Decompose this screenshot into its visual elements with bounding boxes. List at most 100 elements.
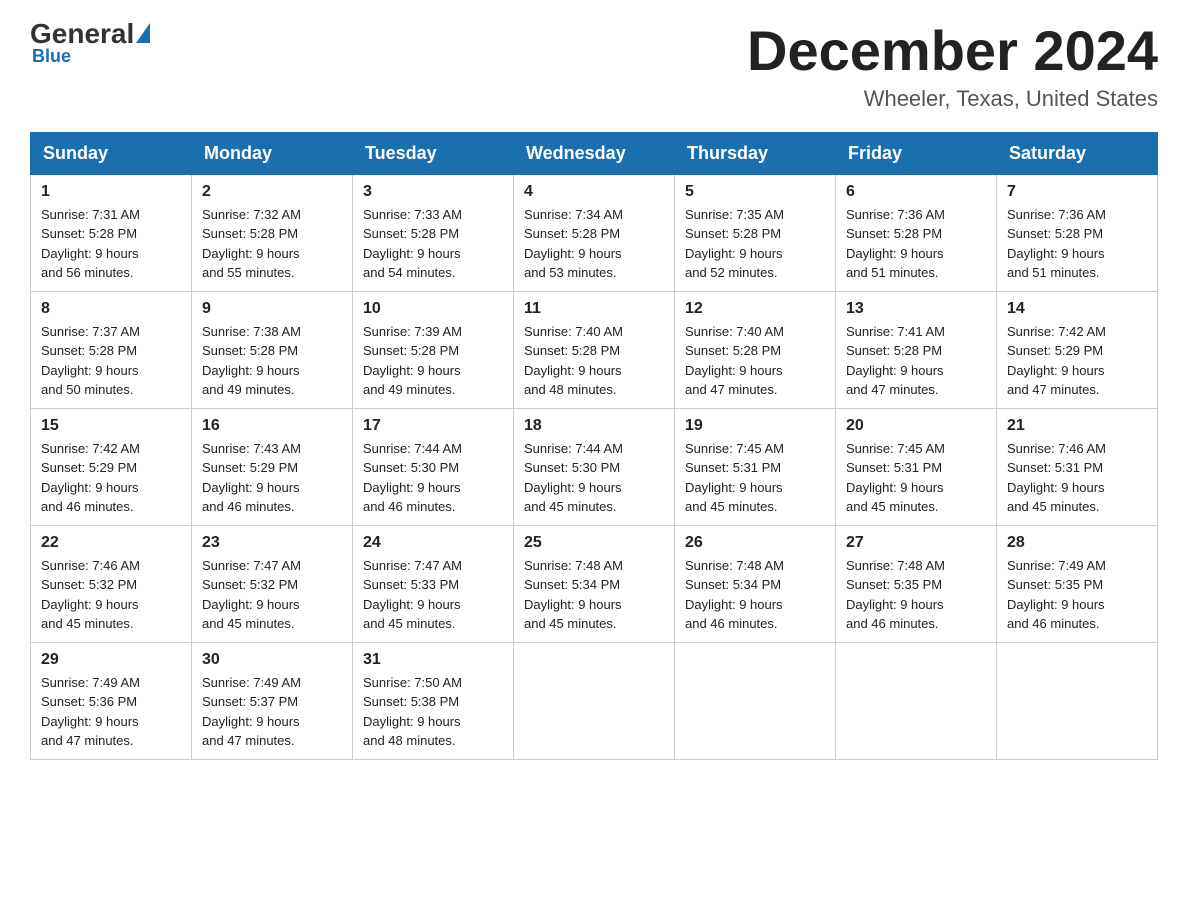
day-info: Sunrise: 7:49 AMSunset: 5:37 PMDaylight:… bbox=[202, 673, 342, 751]
day-number: 4 bbox=[524, 183, 664, 201]
day-info: Sunrise: 7:45 AMSunset: 5:31 PMDaylight:… bbox=[846, 439, 986, 517]
day-info: Sunrise: 7:39 AMSunset: 5:28 PMDaylight:… bbox=[363, 322, 503, 400]
calendar-table: Sunday Monday Tuesday Wednesday Thursday… bbox=[30, 132, 1158, 760]
day-number: 30 bbox=[202, 651, 342, 669]
day-info: Sunrise: 7:31 AMSunset: 5:28 PMDaylight:… bbox=[41, 205, 181, 283]
table-row: 22Sunrise: 7:46 AMSunset: 5:32 PMDayligh… bbox=[31, 525, 192, 642]
day-number: 17 bbox=[363, 417, 503, 435]
logo-blue-text: Blue bbox=[32, 46, 71, 67]
day-number: 5 bbox=[685, 183, 825, 201]
table-row: 13 Sunrise: 7:41 AMSunset: 5:28 PMDayligh… bbox=[836, 291, 997, 408]
table-row: 7Sunrise: 7:36 AMSunset: 5:28 PMDaylight… bbox=[997, 174, 1158, 291]
day-number: 20 bbox=[846, 417, 986, 435]
day-info: Sunrise: 7:32 AMSunset: 5:28 PMDaylight:… bbox=[202, 205, 342, 283]
day-number: 28 bbox=[1007, 534, 1147, 552]
table-row: 24 Sunrise: 7:47 AMSunset: 5:33 PMDayligh… bbox=[353, 525, 514, 642]
day-number: 29 bbox=[41, 651, 181, 669]
table-row: 5 Sunrise: 7:35 AMSunset: 5:28 PMDaylight… bbox=[675, 174, 836, 291]
calendar-week-row: 1Sunrise: 7:31 AMSunset: 5:28 PMDaylight… bbox=[31, 174, 1158, 291]
col-saturday: Saturday bbox=[997, 132, 1158, 174]
calendar-week-row: 22Sunrise: 7:46 AMSunset: 5:32 PMDayligh… bbox=[31, 525, 1158, 642]
day-number: 6 bbox=[846, 183, 986, 201]
col-friday: Friday bbox=[836, 132, 997, 174]
day-info: Sunrise: 7:33 AMSunset: 5:28 PMDaylight:… bbox=[363, 205, 503, 283]
table-row: 17 Sunrise: 7:44 AMSunset: 5:30 PMDayligh… bbox=[353, 408, 514, 525]
table-row: 20 Sunrise: 7:45 AMSunset: 5:31 PMDayligh… bbox=[836, 408, 997, 525]
day-number: 13 bbox=[846, 300, 986, 318]
day-info: Sunrise: 7:41 AMSunset: 5:28 PMDaylight:… bbox=[846, 322, 986, 400]
table-row: 4 Sunrise: 7:34 AMSunset: 5:28 PMDaylight… bbox=[514, 174, 675, 291]
day-info: Sunrise: 7:40 AMSunset: 5:28 PMDaylight:… bbox=[685, 322, 825, 400]
day-number: 21 bbox=[1007, 417, 1147, 435]
col-monday: Monday bbox=[192, 132, 353, 174]
logo: General Blue bbox=[30, 20, 152, 67]
table-row: 27 Sunrise: 7:48 AMSunset: 5:35 PMDayligh… bbox=[836, 525, 997, 642]
table-row: 31 Sunrise: 7:50 AMSunset: 5:38 PMDayligh… bbox=[353, 642, 514, 759]
col-sunday: Sunday bbox=[31, 132, 192, 174]
day-info: Sunrise: 7:45 AMSunset: 5:31 PMDaylight:… bbox=[685, 439, 825, 517]
day-info: Sunrise: 7:47 AMSunset: 5:33 PMDaylight:… bbox=[363, 556, 503, 634]
calendar-week-row: 29Sunrise: 7:49 AMSunset: 5:36 PMDayligh… bbox=[31, 642, 1158, 759]
day-number: 9 bbox=[202, 300, 342, 318]
table-row: 16 Sunrise: 7:43 AMSunset: 5:29 PMDayligh… bbox=[192, 408, 353, 525]
table-row: 11Sunrise: 7:40 AMSunset: 5:28 PMDayligh… bbox=[514, 291, 675, 408]
table-row: 3 Sunrise: 7:33 AMSunset: 5:28 PMDaylight… bbox=[353, 174, 514, 291]
day-number: 24 bbox=[363, 534, 503, 552]
day-info: Sunrise: 7:43 AMSunset: 5:29 PMDaylight:… bbox=[202, 439, 342, 517]
day-number: 18 bbox=[524, 417, 664, 435]
day-info: Sunrise: 7:37 AMSunset: 5:28 PMDaylight:… bbox=[41, 322, 181, 400]
day-info: Sunrise: 7:44 AMSunset: 5:30 PMDaylight:… bbox=[363, 439, 503, 517]
table-row: 26 Sunrise: 7:48 AMSunset: 5:34 PMDayligh… bbox=[675, 525, 836, 642]
day-info: Sunrise: 7:35 AMSunset: 5:28 PMDaylight:… bbox=[685, 205, 825, 283]
day-number: 25 bbox=[524, 534, 664, 552]
day-info: Sunrise: 7:48 AMSunset: 5:35 PMDaylight:… bbox=[846, 556, 986, 634]
day-info: Sunrise: 7:36 AMSunset: 5:28 PMDaylight:… bbox=[846, 205, 986, 283]
day-number: 3 bbox=[363, 183, 503, 201]
table-row: 15Sunrise: 7:42 AMSunset: 5:29 PMDayligh… bbox=[31, 408, 192, 525]
table-row: 23 Sunrise: 7:47 AMSunset: 5:32 PMDayligh… bbox=[192, 525, 353, 642]
day-number: 14 bbox=[1007, 300, 1147, 318]
table-row: 9 Sunrise: 7:38 AMSunset: 5:28 PMDaylight… bbox=[192, 291, 353, 408]
table-row: 12Sunrise: 7:40 AMSunset: 5:28 PMDayligh… bbox=[675, 291, 836, 408]
table-row: 19 Sunrise: 7:45 AMSunset: 5:31 PMDayligh… bbox=[675, 408, 836, 525]
day-info: Sunrise: 7:40 AMSunset: 5:28 PMDaylight:… bbox=[524, 322, 664, 400]
day-info: Sunrise: 7:42 AMSunset: 5:29 PMDaylight:… bbox=[1007, 322, 1147, 400]
day-info: Sunrise: 7:44 AMSunset: 5:30 PMDaylight:… bbox=[524, 439, 664, 517]
day-info: Sunrise: 7:38 AMSunset: 5:28 PMDaylight:… bbox=[202, 322, 342, 400]
table-row: 29Sunrise: 7:49 AMSunset: 5:36 PMDayligh… bbox=[31, 642, 192, 759]
day-number: 23 bbox=[202, 534, 342, 552]
day-number: 2 bbox=[202, 183, 342, 201]
table-row: 10 Sunrise: 7:39 AMSunset: 5:28 PMDayligh… bbox=[353, 291, 514, 408]
day-info: Sunrise: 7:48 AMSunset: 5:34 PMDaylight:… bbox=[685, 556, 825, 634]
day-number: 19 bbox=[685, 417, 825, 435]
table-row: 6 Sunrise: 7:36 AMSunset: 5:28 PMDaylight… bbox=[836, 174, 997, 291]
day-info: Sunrise: 7:50 AMSunset: 5:38 PMDaylight:… bbox=[363, 673, 503, 751]
day-number: 27 bbox=[846, 534, 986, 552]
table-row: 21 Sunrise: 7:46 AMSunset: 5:31 PMDayligh… bbox=[997, 408, 1158, 525]
table-row: 1Sunrise: 7:31 AMSunset: 5:28 PMDaylight… bbox=[31, 174, 192, 291]
table-row: 18 Sunrise: 7:44 AMSunset: 5:30 PMDayligh… bbox=[514, 408, 675, 525]
day-number: 10 bbox=[363, 300, 503, 318]
calendar-week-row: 15Sunrise: 7:42 AMSunset: 5:29 PMDayligh… bbox=[31, 408, 1158, 525]
table-row bbox=[514, 642, 675, 759]
day-number: 22 bbox=[41, 534, 181, 552]
table-row bbox=[675, 642, 836, 759]
day-number: 8 bbox=[41, 300, 181, 318]
table-row: 14 Sunrise: 7:42 AMSunset: 5:29 PMDayligh… bbox=[997, 291, 1158, 408]
day-number: 16 bbox=[202, 417, 342, 435]
col-wednesday: Wednesday bbox=[514, 132, 675, 174]
day-info: Sunrise: 7:47 AMSunset: 5:32 PMDaylight:… bbox=[202, 556, 342, 634]
table-row: 8 Sunrise: 7:37 AMSunset: 5:28 PMDaylight… bbox=[31, 291, 192, 408]
day-number: 7 bbox=[1007, 183, 1147, 201]
col-tuesday: Tuesday bbox=[353, 132, 514, 174]
day-info: Sunrise: 7:46 AMSunset: 5:31 PMDaylight:… bbox=[1007, 439, 1147, 517]
day-info: Sunrise: 7:42 AMSunset: 5:29 PMDaylight:… bbox=[41, 439, 181, 517]
day-number: 31 bbox=[363, 651, 503, 669]
logo-triangle-icon bbox=[136, 23, 150, 43]
calendar-header-row: Sunday Monday Tuesday Wednesday Thursday… bbox=[31, 132, 1158, 174]
table-row: 2 Sunrise: 7:32 AMSunset: 5:28 PMDaylight… bbox=[192, 174, 353, 291]
day-number: 26 bbox=[685, 534, 825, 552]
col-thursday: Thursday bbox=[675, 132, 836, 174]
day-info: Sunrise: 7:34 AMSunset: 5:28 PMDaylight:… bbox=[524, 205, 664, 283]
day-info: Sunrise: 7:49 AMSunset: 5:35 PMDaylight:… bbox=[1007, 556, 1147, 634]
